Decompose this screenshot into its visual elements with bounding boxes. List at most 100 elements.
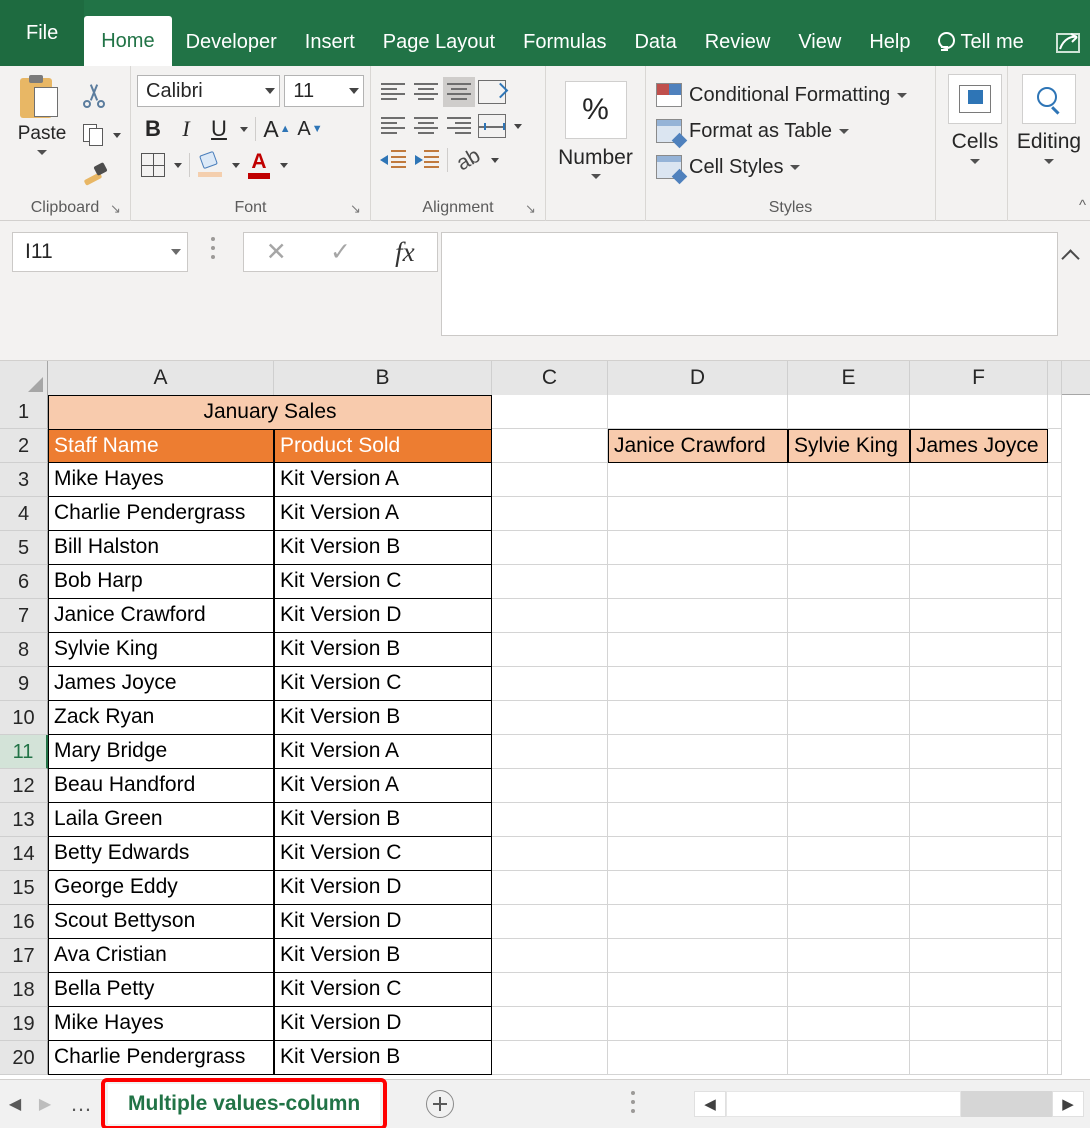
grid-cell-empty[interactable] [1048, 565, 1062, 599]
grid-cell-empty[interactable] [1048, 939, 1062, 973]
font-color-dropdown[interactable] [276, 149, 290, 181]
column-header-g[interactable] [1048, 361, 1062, 395]
hscroll-track[interactable] [726, 1091, 1052, 1117]
editing-button[interactable]: Editing [1014, 71, 1084, 164]
grid-cell-empty[interactable] [492, 497, 608, 531]
grid-cell[interactable]: Charlie Pendergrass [48, 1041, 274, 1075]
row-header-14[interactable]: 14 [0, 837, 48, 871]
format-as-table-button[interactable]: Format as Table [652, 113, 929, 149]
chevron-down-icon[interactable] [37, 150, 47, 155]
grid-cell-empty[interactable] [492, 395, 608, 429]
orientation-button[interactable]: ab [453, 145, 485, 175]
align-center-button[interactable] [410, 111, 442, 141]
grid-cell-empty[interactable] [910, 463, 1048, 497]
grid-cell[interactable]: Product Sold [274, 429, 492, 463]
grid-cell[interactable]: Zack Ryan [48, 701, 274, 735]
grid-cell[interactable]: Kit Version A [274, 769, 492, 803]
grid-cell-empty[interactable] [1048, 1041, 1062, 1075]
enter-formula-button[interactable]: ✓ [308, 237, 372, 267]
cell-styles-button[interactable]: Cell Styles [652, 149, 929, 185]
grid-cell-empty[interactable] [910, 735, 1048, 769]
row-header-9[interactable]: 9 [0, 667, 48, 701]
decrease-font-size-button[interactable]: A▼ [294, 113, 326, 145]
grid-cell-empty[interactable] [788, 803, 910, 837]
grid-cell-empty[interactable] [608, 599, 788, 633]
grid-cell[interactable]: Kit Version C [274, 837, 492, 871]
chevron-down-icon[interactable] [1044, 159, 1054, 164]
hscroll-resize-grip[interactable] [631, 1091, 636, 1118]
grid-cell-empty[interactable] [1048, 837, 1062, 871]
grid-cell-empty[interactable] [608, 735, 788, 769]
row-header-6[interactable]: 6 [0, 565, 48, 599]
grid-cell-empty[interactable] [1048, 497, 1062, 531]
grid-cell[interactable]: Laila Green [48, 803, 274, 837]
orientation-dropdown[interactable] [486, 145, 502, 175]
grid-cell[interactable]: Janice Crawford [48, 599, 274, 633]
grid-cell-empty[interactable] [608, 905, 788, 939]
grid-cell-empty[interactable] [492, 667, 608, 701]
grid-cell-empty[interactable] [1048, 735, 1062, 769]
grid-cell-empty[interactable] [788, 463, 910, 497]
tab-developer[interactable]: Developer [172, 18, 291, 66]
align-right-button[interactable] [443, 111, 475, 141]
grid-cell[interactable]: Kit Version C [274, 565, 492, 599]
grid-cell-empty[interactable] [788, 667, 910, 701]
font-color-button[interactable]: A [243, 149, 275, 181]
font-name-combo[interactable]: Calibri [137, 75, 280, 107]
grid-cell-empty[interactable] [492, 973, 608, 1007]
grid-cell[interactable]: Scout Bettyson [48, 905, 274, 939]
grid-cell-empty[interactable] [1048, 871, 1062, 905]
formula-input[interactable] [441, 232, 1058, 336]
grid-cell-empty[interactable] [788, 633, 910, 667]
grid-cell-empty[interactable] [910, 1007, 1048, 1041]
hscroll-right-arrow[interactable]: ▶ [1052, 1091, 1084, 1117]
grid-cell[interactable]: Kit Version D [274, 1007, 492, 1041]
grid-cell-empty[interactable] [492, 1041, 608, 1075]
hscroll-left-arrow[interactable]: ◀ [694, 1091, 726, 1117]
grid-cell[interactable]: Beau Handford [48, 769, 274, 803]
tab-home[interactable]: Home [84, 16, 171, 66]
prev-sheet-arrow[interactable]: ◀ [0, 1094, 30, 1114]
grid-cell-empty[interactable] [608, 837, 788, 871]
grid-cell[interactable]: January Sales [48, 395, 492, 429]
grid-cell-empty[interactable] [788, 1007, 910, 1041]
underline-dropdown[interactable] [236, 113, 250, 145]
chevron-down-icon[interactable] [970, 159, 980, 164]
grid-cell-empty[interactable] [910, 769, 1048, 803]
grid-cell-empty[interactable] [910, 599, 1048, 633]
grid-cell-empty[interactable] [1048, 667, 1062, 701]
align-middle-button[interactable] [410, 77, 442, 107]
grid-cell-empty[interactable] [910, 905, 1048, 939]
grid-cell-empty[interactable] [608, 565, 788, 599]
grid-cell[interactable]: Sylvie King [48, 633, 274, 667]
align-top-button[interactable] [377, 77, 409, 107]
clipboard-dialog-launcher[interactable]: ↘ [110, 202, 124, 216]
grid-cell-empty[interactable] [910, 803, 1048, 837]
grid-cell-empty[interactable] [492, 939, 608, 973]
tab-review[interactable]: Review [691, 18, 785, 66]
grid-cell[interactable]: Kit Version C [274, 667, 492, 701]
align-left-button[interactable] [377, 111, 409, 141]
column-header-d[interactable]: D [608, 361, 788, 395]
grid-cell-empty[interactable] [788, 871, 910, 905]
row-header-17[interactable]: 17 [0, 939, 48, 973]
grid-cell-empty[interactable] [788, 905, 910, 939]
italic-button[interactable]: I [170, 113, 202, 145]
grid-cell-empty[interactable] [1048, 463, 1062, 497]
wrap-text-button[interactable] [476, 77, 508, 107]
horizontal-scrollbar[interactable]: ◀ ▶ [694, 1091, 1084, 1117]
grid-cell[interactable]: Staff Name [48, 429, 274, 463]
name-box[interactable]: I11 [12, 232, 188, 272]
grid-cell[interactable]: Kit Version A [274, 497, 492, 531]
grid-cell-empty[interactable] [492, 837, 608, 871]
grid-cell-empty[interactable] [788, 837, 910, 871]
row-header-3[interactable]: 3 [0, 463, 48, 497]
name-box-resize-grip[interactable] [211, 237, 216, 267]
grid-cell-empty[interactable] [910, 395, 1048, 429]
grid-cell-empty[interactable] [1048, 395, 1062, 429]
grid-cell[interactable]: Bill Halston [48, 531, 274, 565]
row-header-15[interactable]: 15 [0, 871, 48, 905]
grid-cell[interactable]: Betty Edwards [48, 837, 274, 871]
grid-cell-empty[interactable] [910, 531, 1048, 565]
row-header-13[interactable]: 13 [0, 803, 48, 837]
